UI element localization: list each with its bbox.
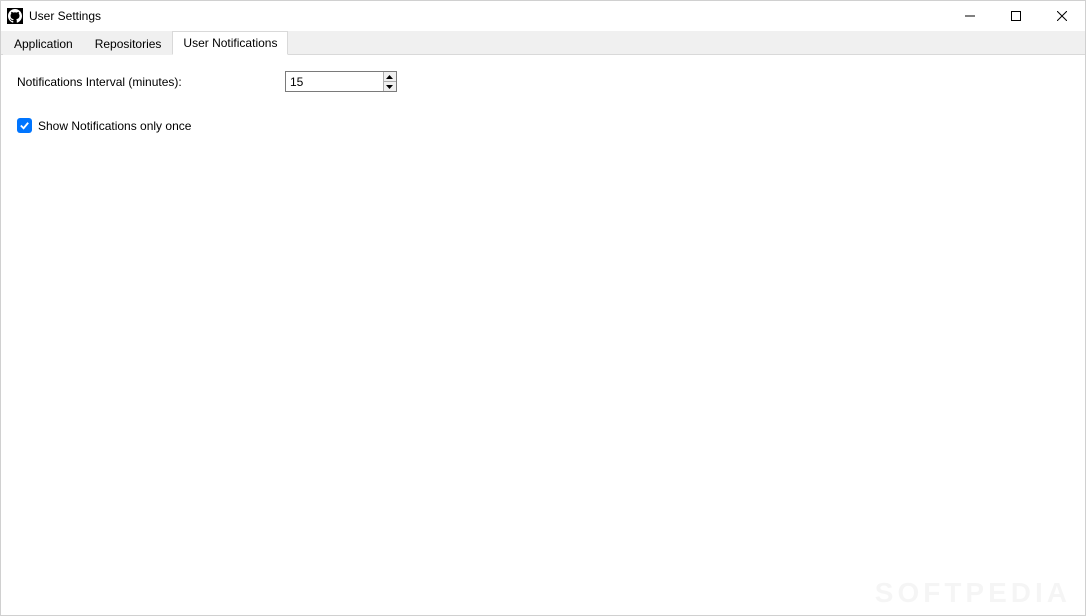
app-icon	[7, 8, 23, 24]
close-button[interactable]	[1039, 1, 1085, 31]
interval-row: Notifications Interval (minutes):	[15, 71, 1071, 92]
show-once-row: Show Notifications only once	[15, 118, 1071, 133]
interval-input[interactable]	[286, 72, 383, 91]
tab-content: Notifications Interval (minutes): Show N…	[1, 55, 1085, 615]
tab-bar: Application Repositories User Notificati…	[1, 31, 1085, 55]
titlebar: User Settings	[1, 1, 1085, 31]
tab-repositories[interactable]: Repositories	[84, 32, 173, 55]
show-once-label[interactable]: Show Notifications only once	[38, 119, 191, 133]
tab-user-notifications[interactable]: User Notifications	[172, 31, 288, 55]
interval-spinner[interactable]	[285, 71, 397, 92]
interval-label: Notifications Interval (minutes):	[15, 75, 285, 89]
watermark: SOFTPEDIA	[875, 577, 1071, 609]
window-title: User Settings	[29, 9, 101, 23]
spinner-down-button[interactable]	[384, 82, 396, 91]
spinner-buttons	[383, 72, 396, 91]
maximize-button[interactable]	[993, 1, 1039, 31]
minimize-button[interactable]	[947, 1, 993, 31]
spinner-up-button[interactable]	[384, 72, 396, 82]
window-controls	[947, 1, 1085, 31]
show-once-checkbox[interactable]	[17, 118, 32, 133]
tab-application[interactable]: Application	[3, 32, 84, 55]
settings-window: User Settings Application Repositories U…	[0, 0, 1086, 616]
